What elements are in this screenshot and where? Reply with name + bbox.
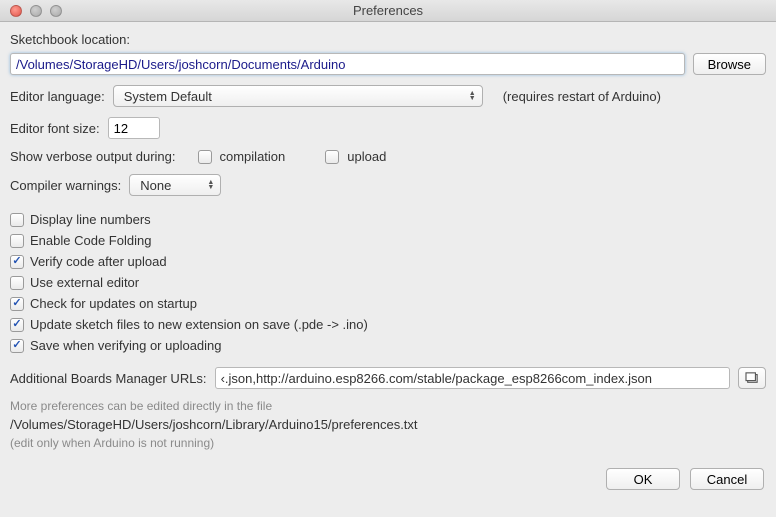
option-checkbox[interactable] [10, 318, 24, 332]
window-title: Preferences [0, 3, 776, 18]
option-checkbox[interactable] [10, 339, 24, 353]
editor-language-value: System Default [124, 89, 212, 104]
compiler-warnings-value: None [140, 178, 171, 193]
editor-language-select[interactable]: System Default ▲▼ [113, 85, 483, 107]
option-label: Update sketch files to new extension on … [30, 317, 368, 332]
option-checkbox[interactable] [10, 297, 24, 311]
upload-label: upload [347, 149, 386, 164]
boards-urls-label: Additional Boards Manager URLs: [10, 371, 207, 386]
compilation-label: compilation [220, 149, 286, 164]
updown-arrows-icon: ▲▼ [469, 91, 476, 101]
dialog-buttons: OK Cancel [0, 462, 776, 502]
option-row: Verify code after upload [10, 254, 766, 269]
titlebar: Preferences [0, 0, 776, 22]
browse-button[interactable]: Browse [693, 53, 766, 75]
traffic-lights [0, 5, 62, 17]
editor-language-note: (requires restart of Arduino) [503, 89, 661, 104]
editor-font-size-input[interactable] [108, 117, 160, 139]
option-label: Use external editor [30, 275, 139, 290]
verbose-output-label: Show verbose output during: [10, 149, 176, 164]
preferences-content: Sketchbook location: Browse Editor langu… [0, 22, 776, 462]
window-list-icon [745, 372, 759, 384]
option-row: Enable Code Folding [10, 233, 766, 248]
zoom-window-button[interactable] [50, 5, 62, 17]
editor-language-label: Editor language: [10, 89, 105, 104]
compiler-warnings-label: Compiler warnings: [10, 178, 121, 193]
compiler-warnings-select[interactable]: None ▲▼ [129, 174, 221, 196]
updown-arrows-icon: ▲▼ [207, 180, 214, 190]
option-row: Save when verifying or uploading [10, 338, 766, 353]
option-checkbox[interactable] [10, 213, 24, 227]
close-window-button[interactable] [10, 5, 22, 17]
option-checkbox[interactable] [10, 234, 24, 248]
cancel-button[interactable]: Cancel [690, 468, 764, 490]
ok-button[interactable]: OK [606, 468, 680, 490]
option-checkbox[interactable] [10, 255, 24, 269]
option-label: Display line numbers [30, 212, 151, 227]
footer-notes: More preferences can be edited directly … [10, 399, 766, 450]
option-row: Update sketch files to new extension on … [10, 317, 766, 332]
footer-note-2: (edit only when Arduino is not running) [10, 436, 766, 450]
option-label: Verify code after upload [30, 254, 167, 269]
compilation-checkbox[interactable] [198, 150, 212, 164]
option-label: Save when verifying or uploading [30, 338, 222, 353]
sketchbook-location-label: Sketchbook location: [10, 32, 766, 47]
option-checkbox[interactable] [10, 276, 24, 290]
option-label: Enable Code Folding [30, 233, 151, 248]
options-checkbox-list: Display line numbers Enable Code Folding V… [10, 212, 766, 353]
option-row: Use external editor [10, 275, 766, 290]
sketchbook-location-input[interactable] [10, 53, 685, 75]
boards-urls-input[interactable] [215, 367, 730, 389]
option-row: Check for updates on startup [10, 296, 766, 311]
upload-checkbox[interactable] [325, 150, 339, 164]
option-row: Display line numbers [10, 212, 766, 227]
boards-urls-expand-button[interactable] [738, 367, 766, 389]
option-label: Check for updates on startup [30, 296, 197, 311]
editor-font-size-label: Editor font size: [10, 121, 100, 136]
minimize-window-button[interactable] [30, 5, 42, 17]
footer-prefs-path: /Volumes/StorageHD/Users/joshcorn/Librar… [10, 417, 766, 432]
footer-note-1: More preferences can be edited directly … [10, 399, 766, 413]
